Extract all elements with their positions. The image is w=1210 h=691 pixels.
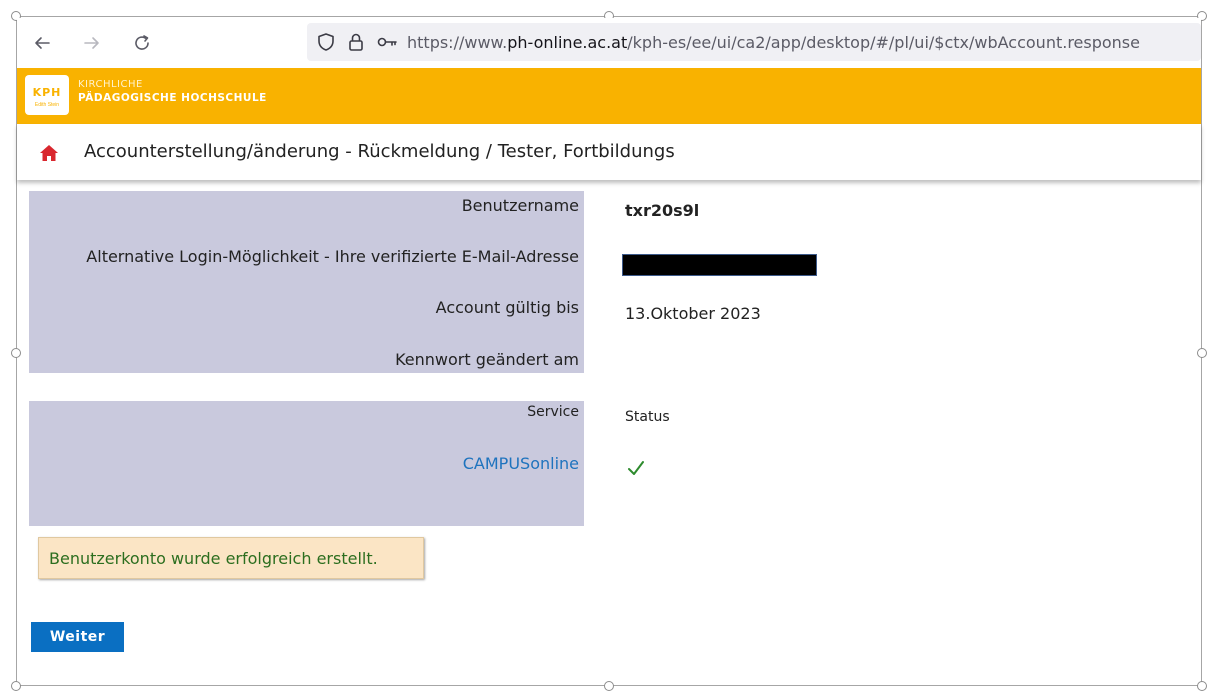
- resize-handle-middle-right[interactable]: [1197, 348, 1207, 358]
- logo-subtitle: Edith Stein: [34, 102, 60, 108]
- username-value: txr20s9l: [625, 201, 700, 220]
- url-domain: ph-online.ac.at: [507, 32, 628, 52]
- forward-arrow-icon: [84, 37, 99, 49]
- service-link-campusonline[interactable]: CAMPUSonline: [463, 454, 579, 473]
- resize-handle-bottom-center[interactable]: [604, 681, 614, 691]
- address-bar[interactable]: https://www.ph-online.ac.at/kph-es/ee/ui…: [307, 23, 1201, 61]
- password-changed-label: Kennwort geändert am: [395, 350, 579, 369]
- browser-toolbar: https://www.ph-online.ac.at/kph-es/ee/ui…: [17, 18, 1201, 68]
- back-arrow-icon: [35, 37, 50, 49]
- account-info-panel: [29, 191, 584, 373]
- valid-until-value: 13.Oktober 2023: [625, 304, 761, 323]
- status-header: Status: [625, 409, 670, 425]
- page-title: Accounterstellung/änderung - Rückmeldung…: [84, 141, 675, 162]
- resize-handle-middle-left[interactable]: [11, 348, 21, 358]
- school-name-line1: KIRCHLICHE: [78, 79, 143, 90]
- school-name-line2: PÄDAGOGISCHE HOCHSCHULE: [78, 92, 267, 104]
- resize-handle-bottom-right[interactable]: [1197, 681, 1207, 691]
- reload-icon: [135, 35, 149, 50]
- next-button[interactable]: Weiter: [31, 622, 124, 652]
- forward-button[interactable]: [75, 26, 109, 60]
- page-title-main: Accounterstellung/änderung - Rückmeldung: [84, 141, 481, 162]
- url-text[interactable]: https://www.ph-online.ac.at/kph-es/ee/ui…: [407, 33, 1140, 52]
- service-header: Service: [527, 404, 579, 420]
- lock-icon[interactable]: [345, 31, 367, 53]
- kph-logo[interactable]: KPH Edith Stein: [25, 75, 69, 115]
- institution-banner: KPH Edith Stein KIRCHLICHE PÄDAGOGISCHE …: [17, 68, 1201, 124]
- redacted-email-value: [622, 254, 817, 276]
- email-label: Alternative Login-Möglichkeit - Ihre ver…: [86, 247, 579, 266]
- valid-until-label: Account gültig bis: [435, 298, 579, 317]
- success-message: Benutzerkonto wurde erfolgreich erstellt…: [38, 537, 424, 579]
- home-icon[interactable]: [39, 144, 59, 162]
- username-label: Benutzername: [461, 196, 579, 215]
- resize-handle-bottom-left[interactable]: [11, 681, 21, 691]
- page-header: Accounterstellung/änderung - Rückmeldung…: [17, 124, 1201, 180]
- tracking-protection-shield-icon[interactable]: [315, 31, 337, 53]
- back-button[interactable]: [25, 26, 59, 60]
- reload-button[interactable]: [125, 26, 159, 60]
- url-path: /kph-es/ee/ui/ca2/app/desktop/#/pl/ui/$c…: [627, 32, 1140, 52]
- url-prefix: https://www.: [407, 32, 508, 52]
- check-icon: [628, 461, 644, 475]
- key-permission-icon[interactable]: [375, 31, 399, 53]
- logo-letters: KPH: [32, 86, 62, 99]
- page-title-user: / Tester, Fortbildungs: [480, 141, 675, 162]
